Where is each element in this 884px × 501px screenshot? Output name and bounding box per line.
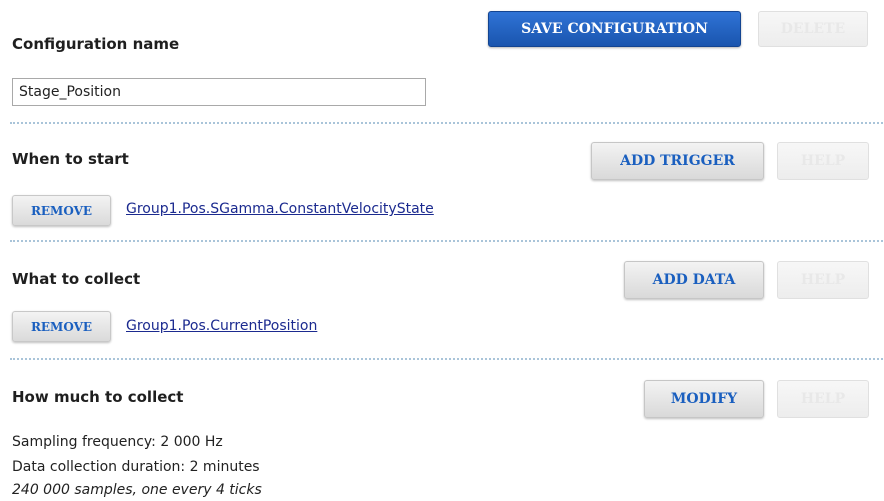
samples-summary-text: 240 000 samples, one every 4 ticks [12, 482, 262, 498]
section-separator [10, 358, 883, 360]
remove-trigger-button[interactable]: REMOVE [12, 195, 111, 226]
when-to-start-heading: When to start [12, 150, 129, 168]
trigger-item[interactable]: Group1.Pos.SGamma.ConstantVelocityState [126, 201, 434, 217]
modify-button[interactable]: MODIFY [644, 380, 764, 418]
delete-button: DELETE [758, 11, 868, 47]
section-separator [10, 240, 883, 242]
data-help-button: HELP [777, 261, 869, 299]
remove-data-button[interactable]: REMOVE [12, 311, 111, 342]
what-to-collect-heading: What to collect [12, 270, 141, 288]
amount-help-button: HELP [777, 380, 869, 418]
data-item[interactable]: Group1.Pos.CurrentPosition [126, 318, 317, 334]
configuration-name-label: Configuration name [12, 35, 180, 53]
sampling-frequency-text: Sampling frequency: 2 000 Hz [12, 434, 223, 450]
collection-duration-text: Data collection duration: 2 minutes [12, 459, 260, 475]
configuration-name-input[interactable] [12, 78, 426, 106]
how-much-to-collect-heading: How much to collect [12, 388, 184, 406]
save-configuration-button[interactable]: SAVE CONFIGURATION [488, 11, 741, 47]
trigger-help-button: HELP [777, 142, 869, 180]
add-data-button[interactable]: ADD DATA [624, 261, 764, 299]
add-trigger-button[interactable]: ADD TRIGGER [591, 142, 764, 180]
section-separator [10, 122, 883, 124]
